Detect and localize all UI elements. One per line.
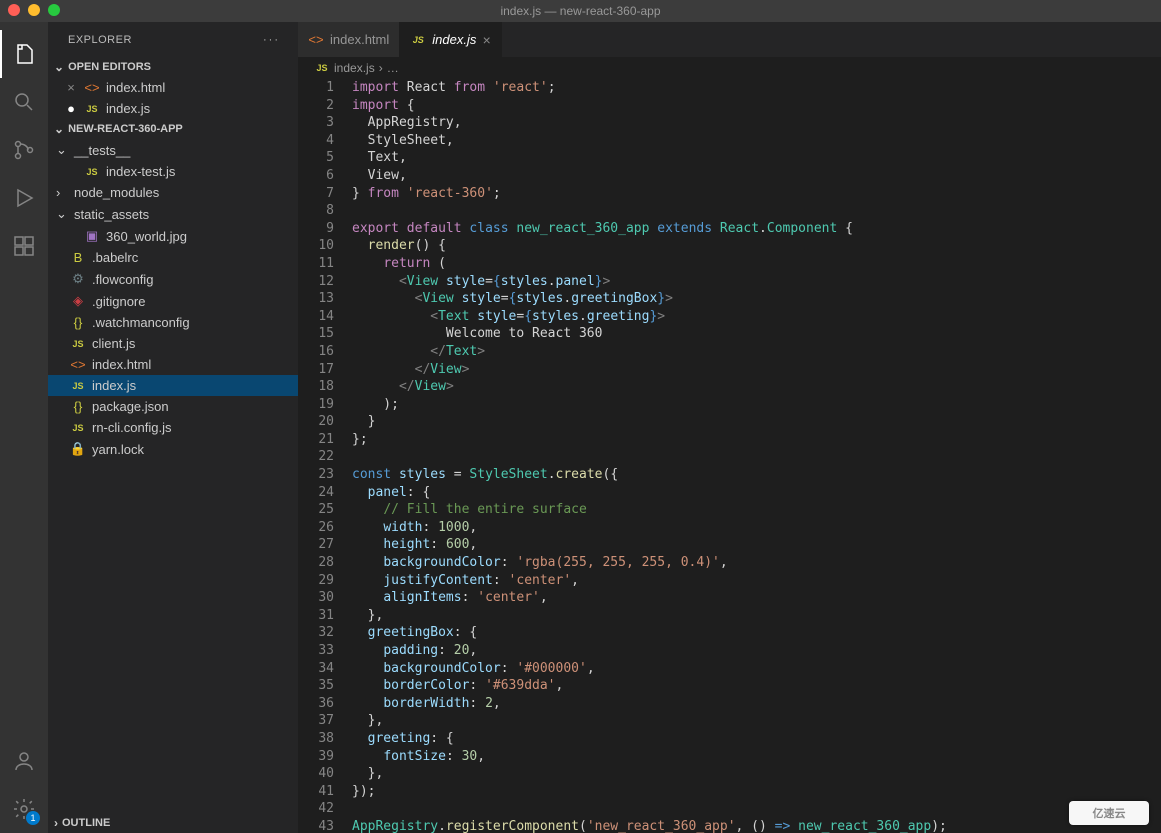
tab-index-html[interactable]: <> index.html xyxy=(298,22,400,57)
file-name: .flowconfig xyxy=(92,272,153,287)
js-file-icon: JS xyxy=(314,63,330,73)
js-file-icon: JS xyxy=(70,339,86,349)
chevron-right-icon: › xyxy=(54,816,58,830)
close-icon[interactable]: × xyxy=(64,80,78,95)
file-name: .watchmanconfig xyxy=(92,315,190,330)
file-name: index.js xyxy=(92,378,136,393)
file-name: index-test.js xyxy=(106,164,175,179)
chevron-right-icon: › xyxy=(56,185,68,200)
sidebar-header: EXPLORER ··· xyxy=(48,22,298,57)
babel-file-icon: B xyxy=(70,250,86,265)
json-file-icon: {} xyxy=(70,399,86,414)
more-icon[interactable]: ··· xyxy=(263,34,280,46)
file-name: index.html xyxy=(106,80,165,95)
lock-file-icon: 🔒 xyxy=(70,441,86,457)
file-name: .babelrc xyxy=(92,250,138,265)
file-name: package.json xyxy=(92,399,169,414)
tab-label: index.html xyxy=(330,32,389,47)
tree-item[interactable]: 🔒 yarn.lock xyxy=(48,438,298,460)
tree-item[interactable]: JS index-test.js xyxy=(48,161,298,182)
open-editors-header[interactable]: ⌄ OPEN EDITORS xyxy=(48,57,298,77)
git-file-icon: ◈ xyxy=(70,293,86,309)
html-file-icon: <> xyxy=(70,357,86,372)
tree-item[interactable]: {} .watchmanconfig xyxy=(48,312,298,333)
tree-item[interactable]: {} package.json xyxy=(48,396,298,417)
js-file-icon: JS xyxy=(70,423,86,433)
js-file-icon: JS xyxy=(84,167,100,177)
code-content[interactable]: import React from 'react';import { AppRe… xyxy=(352,79,1161,833)
js-file-icon: JS xyxy=(70,381,86,391)
tree-item[interactable]: JS client.js xyxy=(48,333,298,354)
breadcrumb[interactable]: JS index.js › … xyxy=(298,57,1161,79)
tree-item[interactable]: ⌄ static_assets xyxy=(48,203,298,225)
tab-index-js[interactable]: JS index.js × xyxy=(400,22,501,57)
sidebar-title: EXPLORER xyxy=(68,34,132,46)
file-name: client.js xyxy=(92,336,135,351)
debug-icon[interactable] xyxy=(0,174,48,222)
tree-item[interactable]: ⌄ __tests__ xyxy=(48,139,298,161)
file-name: .gitignore xyxy=(92,294,145,309)
line-numbers: 1234567891011121314151617181920212223242… xyxy=(298,79,352,833)
img-file-icon: ▣ xyxy=(84,228,100,244)
tree-item[interactable]: ▣ 360_world.jpg xyxy=(48,225,298,247)
json-file-icon: {} xyxy=(70,315,86,330)
file-name: index.html xyxy=(92,357,151,372)
close-icon[interactable]: × xyxy=(482,32,490,48)
html-file-icon: <> xyxy=(308,32,324,47)
chevron-down-icon: ⌄ xyxy=(56,206,68,222)
js-file-icon: JS xyxy=(84,104,100,114)
activity-bar xyxy=(0,22,48,833)
open-editors-label: OPEN EDITORS xyxy=(68,61,151,73)
file-name: yarn.lock xyxy=(92,442,144,457)
tree-item[interactable]: ⚙ .flowconfig xyxy=(48,268,298,290)
close-window-icon[interactable] xyxy=(8,4,20,16)
editor-tabs: <> index.html JS index.js × xyxy=(298,22,1161,57)
js-file-icon: JS xyxy=(410,35,426,45)
file-name: static_assets xyxy=(74,207,149,222)
account-icon[interactable] xyxy=(0,737,48,785)
titlebar: index.js — new-react-360-app xyxy=(0,0,1161,22)
search-icon[interactable] xyxy=(0,78,48,126)
file-name: __tests__ xyxy=(74,143,130,158)
extensions-icon[interactable] xyxy=(0,222,48,270)
breadcrumb-rest: … xyxy=(387,61,399,75)
watermark: 亿速云 xyxy=(1069,801,1149,825)
modified-dot-icon[interactable]: ● xyxy=(64,101,78,116)
chevron-down-icon: ⌄ xyxy=(54,122,64,136)
open-editor-item[interactable]: ● JS index.js xyxy=(48,98,298,119)
workspace-header[interactable]: ⌄ NEW-REACT-360-APP xyxy=(48,119,298,139)
gear-icon[interactable] xyxy=(0,785,48,833)
tree-item[interactable]: <> index.html xyxy=(48,354,298,375)
minimize-window-icon[interactable] xyxy=(28,4,40,16)
conf-file-icon: ⚙ xyxy=(70,271,86,287)
tree-item[interactable]: ◈ .gitignore xyxy=(48,290,298,312)
chevron-down-icon: ⌄ xyxy=(56,142,68,158)
file-name: index.js xyxy=(106,101,150,116)
breadcrumb-sep: › xyxy=(379,61,383,75)
tab-label: index.js xyxy=(432,32,476,47)
window-controls xyxy=(8,4,60,16)
outline-header[interactable]: › OUTLINE xyxy=(48,813,298,833)
chevron-down-icon: ⌄ xyxy=(54,60,64,74)
breadcrumb-file: index.js xyxy=(334,61,375,75)
html-file-icon: <> xyxy=(84,80,100,95)
editor-area: <>index.htmlJSindex.js× JS index.js › … … xyxy=(298,22,1161,833)
tree-item[interactable]: › node_modules xyxy=(48,182,298,203)
files-icon[interactable] xyxy=(0,30,48,78)
outline-label: OUTLINE xyxy=(62,817,110,829)
workspace-label: NEW-REACT-360-APP xyxy=(68,123,183,135)
scm-icon[interactable] xyxy=(0,126,48,174)
tree-item[interactable]: JS index.js xyxy=(48,375,298,396)
sidebar: EXPLORER ··· ⌄ OPEN EDITORS × <> index.htm… xyxy=(48,22,298,833)
file-name: rn-cli.config.js xyxy=(92,420,171,435)
code-editor[interactable]: 1234567891011121314151617181920212223242… xyxy=(298,79,1161,833)
file-name: 360_world.jpg xyxy=(106,229,187,244)
tree-item[interactable]: B .babelrc xyxy=(48,247,298,268)
window-title: index.js — new-react-360-app xyxy=(500,4,660,18)
tree-item[interactable]: JS rn-cli.config.js xyxy=(48,417,298,438)
maximize-window-icon[interactable] xyxy=(48,4,60,16)
open-editor-item[interactable]: × <> index.html xyxy=(48,77,298,98)
file-name: node_modules xyxy=(74,185,159,200)
